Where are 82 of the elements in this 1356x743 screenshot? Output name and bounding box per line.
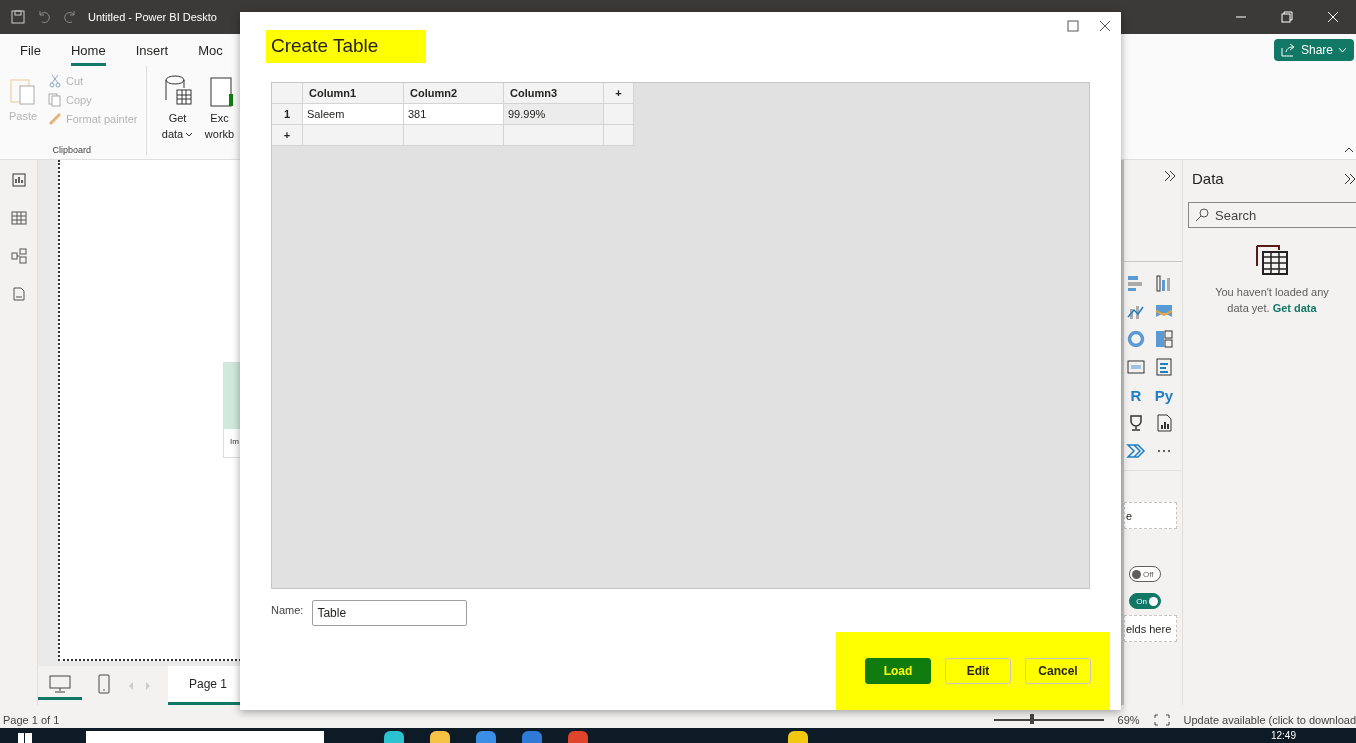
add-column-button[interactable]: + [604, 83, 634, 104]
chevron-down-icon [185, 132, 194, 138]
phone-icon [98, 673, 110, 694]
primary-button[interactable]: Load [865, 658, 931, 684]
app-icon[interactable] [788, 731, 808, 743]
column-header[interactable]: Column1 [303, 83, 404, 104]
report-view-icon[interactable] [10, 172, 27, 188]
app-icon[interactable] [430, 731, 450, 743]
dialog-button[interactable]: Edit [945, 658, 1011, 684]
treemap-icon[interactable] [1154, 329, 1174, 349]
field-well[interactable]: elds here [1124, 615, 1177, 642]
update-notice[interactable]: Update available (click to download [1183, 713, 1356, 726]
table-icon [1255, 244, 1289, 276]
toggle-switch[interactable]: On [1129, 593, 1161, 609]
card-text: Im [229, 435, 240, 446]
database-icon [162, 74, 193, 108]
page-count: Page 1 of 1 [3, 713, 60, 726]
toggle-switch[interactable]: Off [1129, 566, 1161, 582]
table-cell[interactable]: 99.99% [504, 104, 604, 125]
search-field[interactable]: Search [1188, 202, 1356, 228]
dialog-title: Create Table [266, 30, 427, 63]
copy-icon [48, 93, 62, 107]
empty-message: You haven't loaded any data yet. Get data [1214, 285, 1330, 316]
fit-page-icon[interactable] [1153, 713, 1170, 726]
donut-chart-icon[interactable] [1126, 329, 1146, 349]
zoom-level: 69% [1117, 713, 1140, 726]
window-title: Untitled - Power BI Deskto [88, 11, 217, 23]
app-icon[interactable] [384, 731, 404, 743]
table-cell[interactable]: Saleem [303, 104, 404, 125]
chevron-down-icon [1338, 47, 1348, 53]
scissors-icon [48, 74, 62, 88]
get-data-button[interactable]: Get data [161, 110, 194, 142]
redo-icon[interactable] [62, 9, 78, 25]
table-cell[interactable]: 381 [404, 104, 504, 125]
app-icon[interactable] [476, 731, 496, 743]
save-icon[interactable] [10, 9, 26, 25]
ribbon-tab[interactable]: Moc [198, 34, 223, 66]
name-field[interactable]: Table [312, 600, 468, 626]
corner-cell [272, 83, 303, 104]
table-cell[interactable] [303, 125, 404, 146]
model-view-icon[interactable] [10, 248, 27, 264]
group-label: Clipboard [51, 145, 93, 155]
expand-icon[interactable] [1164, 170, 1176, 182]
monitor-icon [49, 674, 71, 693]
visual-type-label[interactable]: Py [1154, 386, 1174, 404]
share-button[interactable]: Share [1274, 39, 1354, 61]
table-cell[interactable] [404, 125, 504, 146]
maximize-icon[interactable] [1067, 20, 1079, 32]
dax-query-icon[interactable] [10, 286, 27, 302]
search-icon [1195, 208, 1209, 222]
collapse-pane-icon[interactable] [1344, 172, 1356, 185]
close-icon[interactable] [1099, 20, 1111, 32]
add-row-button[interactable]: + [272, 125, 303, 146]
table-view-icon[interactable] [10, 210, 27, 226]
visual-type-label[interactable]: R [1130, 386, 1142, 404]
column-header[interactable]: Column3 [504, 83, 604, 104]
field-well[interactable]: e [1124, 502, 1177, 529]
chevrons-icon[interactable] [1126, 441, 1146, 461]
name-label: Name: [271, 603, 304, 616]
slider-thumb[interactable] [1030, 713, 1035, 724]
report-page-icon[interactable] [1154, 413, 1174, 433]
ribbon-tab[interactable]: File [20, 34, 41, 66]
start-icon[interactable] [18, 731, 32, 743]
table-cell[interactable] [604, 104, 634, 125]
dialog-button[interactable]: Cancel [1025, 658, 1091, 684]
share-icon [1280, 43, 1296, 57]
table-cell[interactable] [604, 125, 634, 146]
multi-row-card-icon[interactable] [1154, 357, 1174, 377]
clock-time: 12:49 [1270, 731, 1296, 741]
get-data-link[interactable]: Get data [1272, 302, 1317, 314]
card-icon[interactable] [1126, 357, 1146, 377]
ribbon-tab[interactable]: Insert [135, 34, 169, 66]
table-cell[interactable] [504, 125, 604, 146]
pane-title: Data [1192, 170, 1224, 187]
card-header-band [224, 362, 240, 429]
row-number: 1 [272, 104, 303, 125]
taskbar-search-field[interactable] [86, 731, 324, 743]
collapse-ribbon-icon[interactable] [1344, 147, 1354, 153]
excel-button[interactable]: Exc workb [204, 110, 235, 142]
undo-icon[interactable] [36, 9, 52, 25]
brush-icon [48, 112, 62, 126]
column-header[interactable]: Column2 [404, 83, 504, 104]
